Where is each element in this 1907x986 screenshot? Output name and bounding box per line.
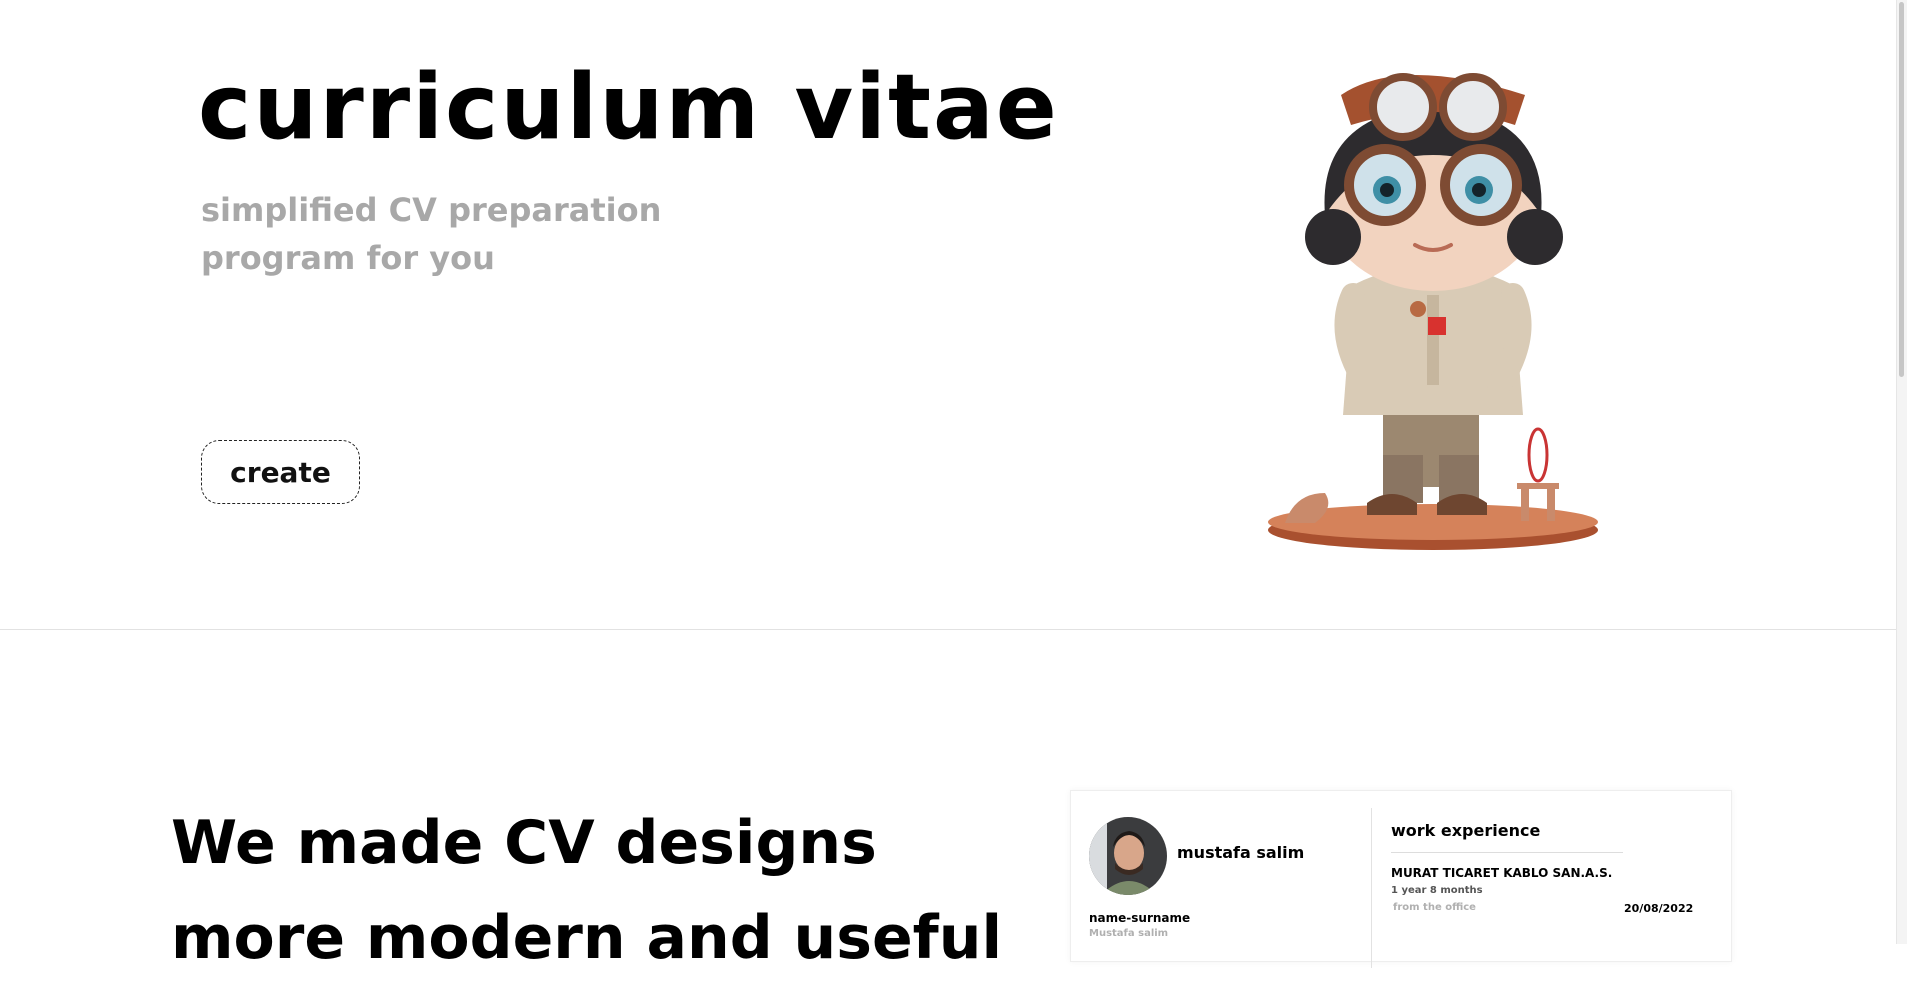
work-location: from the office bbox=[1393, 902, 1476, 913]
work-duration: 1 year 8 months bbox=[1391, 885, 1483, 896]
hero-subtitle: simplified CV preparation program for yo… bbox=[201, 191, 662, 277]
section-title-line2: more modern and useful bbox=[171, 903, 1003, 973]
vertical-scrollbar[interactable] bbox=[1896, 0, 1907, 944]
girl-aviator-illustration bbox=[1268, 73, 1598, 550]
cv-field-value: Mustafa salim bbox=[1089, 928, 1169, 939]
cv-field-label: name-surname bbox=[1089, 911, 1191, 925]
cv-column-divider bbox=[1371, 808, 1372, 968]
hero-title: curriculum vitae bbox=[198, 55, 1059, 160]
section-divider bbox=[0, 629, 1907, 630]
section-title: We made CV designs more modern and useful bbox=[171, 796, 1002, 986]
work-experience-underline bbox=[1391, 852, 1623, 853]
create-button[interactable]: create bbox=[201, 440, 360, 504]
hero-section: curriculum vitae simplified CV preparati… bbox=[0, 0, 1907, 629]
work-company: MURAT TICARET KABLO SAN.A.S. bbox=[1391, 866, 1613, 880]
avatar bbox=[1089, 817, 1167, 895]
cv-preview-card[interactable]: mustafa salim name-surname Mustafa salim… bbox=[1070, 790, 1732, 968]
scrollbar-thumb[interactable] bbox=[1899, 2, 1904, 377]
avatar-photo-icon bbox=[1089, 817, 1167, 895]
work-experience-title: work experience bbox=[1391, 821, 1541, 840]
cv-name: mustafa salim bbox=[1177, 843, 1305, 862]
section-title-line1: We made CV designs bbox=[171, 808, 877, 878]
work-date: 20/08/2022 bbox=[1624, 902, 1694, 915]
